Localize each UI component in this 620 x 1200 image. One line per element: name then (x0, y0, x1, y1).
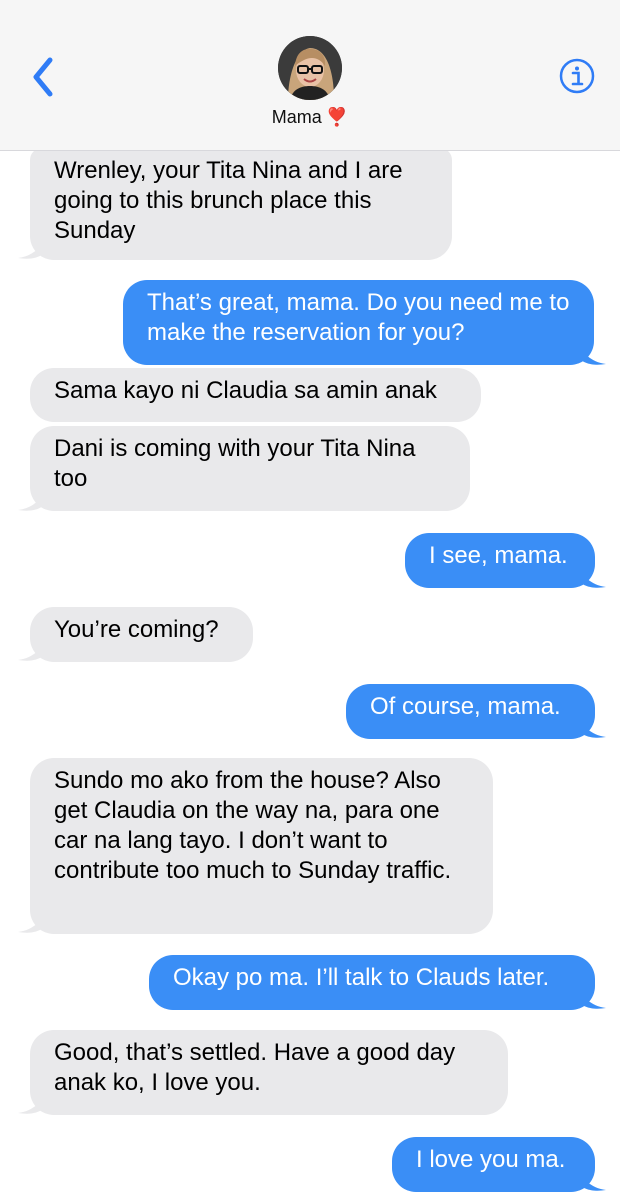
message-bubble-incoming[interactable]: You’re coming? (30, 607, 253, 662)
message-bubble-outgoing[interactable]: I love you ma. (392, 1137, 595, 1192)
message-bubble-incoming[interactable]: Good, that’s settled. Have a good day an… (30, 1030, 508, 1115)
conversation-header: Mama ❣️ (0, 0, 620, 151)
message-bubble-outgoing[interactable]: I see, mama. (405, 533, 595, 588)
message-bubble-outgoing[interactable]: Of course, mama. (346, 684, 595, 739)
message-thread: Wrenley, your Tita Nina and I are going … (0, 0, 620, 1200)
message-bubble-outgoing[interactable]: Okay po ma. I’ll talk to Clauds later. (149, 955, 595, 1010)
message-bubble-incoming[interactable]: Sama kayo ni Claudia sa amin anak (30, 368, 481, 422)
chevron-left-icon[interactable] (24, 52, 64, 102)
info-icon[interactable] (559, 58, 595, 94)
avatar[interactable] (278, 36, 342, 100)
message-bubble-incoming[interactable]: Sundo mo ako from the house? Also get Cl… (30, 758, 493, 934)
message-bubble-incoming[interactable]: Dani is coming with your Tita Nina too (30, 426, 470, 511)
message-bubble-incoming[interactable]: Wrenley, your Tita Nina and I are going … (30, 148, 452, 260)
heart-exclamation-icon: ❣️ (325, 107, 349, 127)
contact-name: Mama (271, 107, 322, 127)
avatar-photo (278, 36, 342, 100)
contact-name-row[interactable]: Mama ❣️ (0, 106, 620, 128)
message-bubble-outgoing[interactable]: That’s great, mama. Do you need me to ma… (123, 280, 594, 365)
